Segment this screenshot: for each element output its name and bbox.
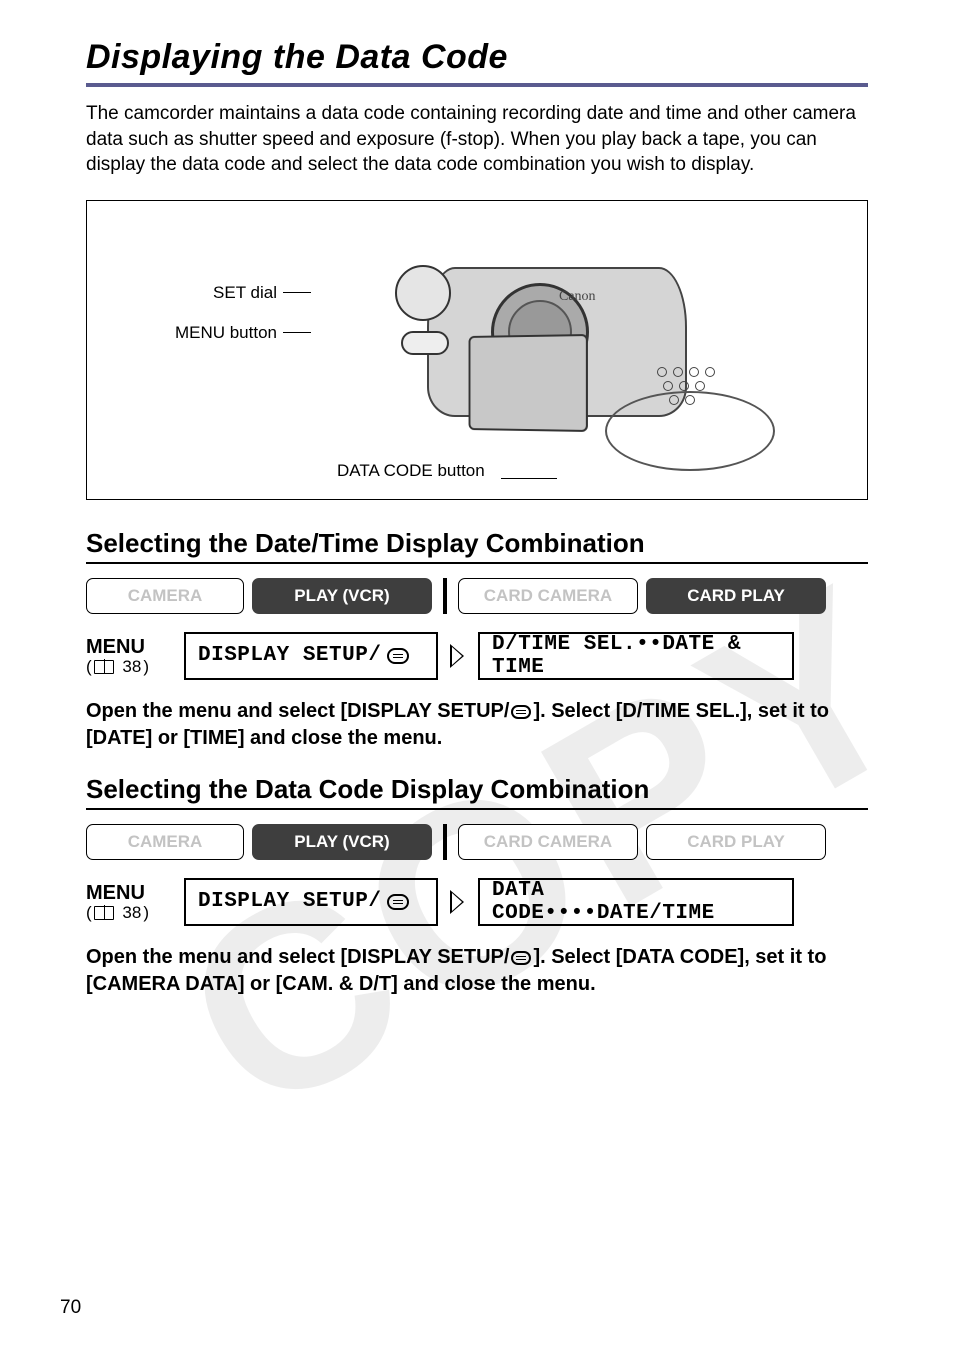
menu-box1-text: DISPLAY SETUP/ bbox=[198, 644, 381, 667]
display-icon bbox=[511, 951, 531, 965]
arrow-right-icon bbox=[450, 890, 466, 914]
instr1a: Open the menu and select [DISPLAY SETUP/ bbox=[86, 700, 509, 722]
mode-card-play: CARD PLAY bbox=[646, 824, 826, 860]
set-dial-icon bbox=[395, 265, 451, 321]
section1-menu-row: MENU ( 38) DISPLAY SETUP/ D/TIME SEL.••D… bbox=[86, 632, 868, 680]
mode-play-vcr: PLAY (VCR) bbox=[252, 578, 432, 614]
menu-box-display-setup: DISPLAY SETUP/ bbox=[184, 632, 438, 680]
book-icon bbox=[94, 906, 114, 920]
menu-button-icon bbox=[401, 331, 449, 355]
camcorder-illustration: Canon bbox=[297, 237, 717, 467]
mode-separator-icon bbox=[443, 578, 447, 614]
menu-word: MENU bbox=[86, 636, 172, 658]
display-icon bbox=[387, 894, 409, 910]
menu-box2-text: DATA CODE••••DATE/TIME bbox=[492, 879, 780, 925]
intro-paragraph: The camcorder maintains a data code cont… bbox=[86, 101, 868, 178]
section1-instruction: Open the menu and select [DISPLAY SETUP/… bbox=[86, 698, 868, 752]
display-icon bbox=[387, 648, 409, 664]
menu-label: MENU ( 38) bbox=[86, 882, 172, 923]
label-menu-button: MENU button bbox=[155, 323, 277, 343]
mode-separator-icon bbox=[443, 824, 447, 860]
menu-word: MENU bbox=[86, 882, 172, 904]
menu-box-dtime-sel: D/TIME SEL.••DATE & TIME bbox=[478, 632, 794, 680]
mode-camera: CAMERA bbox=[86, 578, 244, 614]
section1-mode-row: CAMERA PLAY (VCR) CARD CAMERA CARD PLAY bbox=[86, 578, 868, 614]
menu-box1-text: DISPLAY SETUP/ bbox=[198, 890, 381, 913]
book-icon bbox=[94, 660, 114, 674]
label-set-dial: SET dial bbox=[167, 283, 277, 303]
display-icon bbox=[511, 705, 531, 719]
menu-box-data-code: DATA CODE••••DATE/TIME bbox=[478, 878, 794, 926]
menu-box2-text: D/TIME SEL.••DATE & TIME bbox=[492, 633, 780, 679]
mode-card-camera: CARD CAMERA bbox=[458, 578, 638, 614]
data-code-button-icon bbox=[657, 367, 715, 409]
menu-ref: 38 bbox=[122, 658, 141, 677]
arrow-right-icon bbox=[450, 644, 466, 668]
page-title: Displaying the Data Code bbox=[86, 38, 868, 87]
brand-text: Canon bbox=[559, 289, 596, 305]
page-container: Displaying the Data Code The camcorder m… bbox=[0, 0, 954, 998]
instr2a: Open the menu and select [DISPLAY SETUP/ bbox=[86, 946, 509, 968]
camcorder-diagram: SET dial MENU button DATA CODE button Ca… bbox=[86, 200, 868, 500]
mode-play-vcr: PLAY (VCR) bbox=[252, 824, 432, 860]
menu-box-display-setup: DISPLAY SETUP/ bbox=[184, 878, 438, 926]
page-number: 70 bbox=[60, 1297, 81, 1319]
mode-card-play: CARD PLAY bbox=[646, 578, 826, 614]
mode-card-camera: CARD CAMERA bbox=[458, 824, 638, 860]
section1-heading: Selecting the Date/Time Display Combinat… bbox=[86, 528, 868, 564]
menu-label: MENU ( 38) bbox=[86, 636, 172, 677]
section2-heading: Selecting the Data Code Display Combinat… bbox=[86, 774, 868, 810]
mode-camera: CAMERA bbox=[86, 824, 244, 860]
section2-instruction: Open the menu and select [DISPLAY SETUP/… bbox=[86, 944, 868, 998]
leader-line bbox=[501, 478, 557, 480]
section2-mode-row: CAMERA PLAY (VCR) CARD CAMERA CARD PLAY bbox=[86, 824, 868, 860]
section2-menu-row: MENU ( 38) DISPLAY SETUP/ DATA CODE••••D… bbox=[86, 878, 868, 926]
menu-ref: 38 bbox=[122, 904, 141, 923]
